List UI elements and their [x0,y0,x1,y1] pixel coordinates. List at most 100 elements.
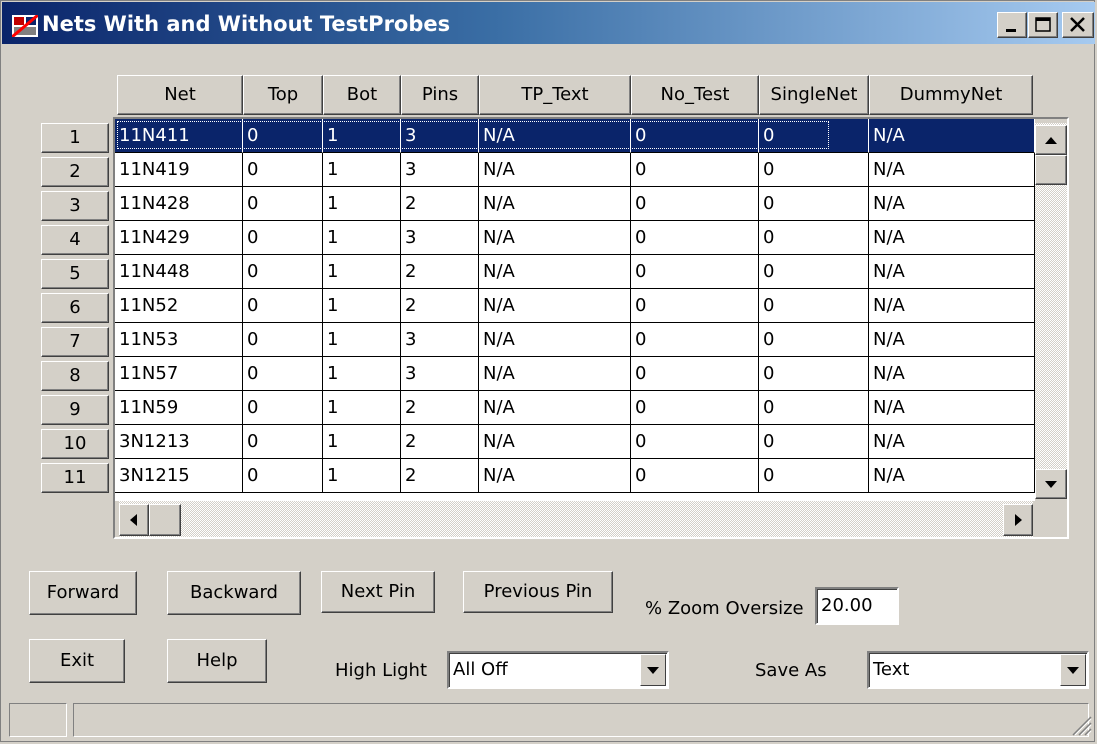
table-cell-singlenet[interactable]: 0 [759,425,869,459]
table-cell-top[interactable]: 0 [243,153,323,187]
table-cell-bot[interactable]: 1 [323,391,401,425]
vertical-scroll-thumb[interactable] [1035,155,1067,185]
row-header[interactable]: 9 [41,395,109,425]
column-header-top[interactable]: Top [243,75,323,115]
table-cell-bot[interactable]: 1 [323,289,401,323]
table-cell-pins[interactable]: 2 [401,459,479,493]
table-cell-top[interactable]: 0 [243,459,323,493]
table-cell-top[interactable]: 0 [243,391,323,425]
forward-button[interactable]: Forward [29,571,137,615]
table-cell-singlenet[interactable]: 0 [759,187,869,221]
table-cell-net[interactable]: 11N448 [115,255,243,289]
table-cell-dummynet[interactable]: N/A [869,119,1035,153]
table-cell-bot[interactable]: 1 [323,153,401,187]
table-cell-net[interactable]: 11N53 [115,323,243,357]
table-cell-singlenet[interactable]: 0 [759,153,869,187]
table-cell-net[interactable]: 11N429 [115,221,243,255]
table-cell-net[interactable]: 3N1213 [115,425,243,459]
table-cell-singlenet[interactable]: 0 [759,289,869,323]
help-button[interactable]: Help [167,639,267,683]
table-cell-dummynet[interactable]: N/A [869,153,1035,187]
column-header-no-test[interactable]: No_Test [631,75,759,115]
table-cell-pins[interactable]: 3 [401,153,479,187]
close-button[interactable] [1062,12,1094,38]
column-header-bot[interactable]: Bot [323,75,401,115]
table-cell-pins[interactable]: 2 [401,187,479,221]
table-cell-bot[interactable]: 1 [323,323,401,357]
table-cell-top[interactable]: 0 [243,255,323,289]
title-bar[interactable]: Nets With and Without TestProbes [2,2,1095,44]
table-cell-tp-text[interactable]: N/A [479,187,631,221]
table-cell-pins[interactable]: 2 [401,391,479,425]
save-as-select[interactable]: Text [867,651,1089,689]
scroll-up-button[interactable] [1035,125,1067,155]
table-row[interactable]: 11N428 0 1 2 N/A 0 0 N/A [115,187,1035,221]
horizontal-scroll-thumb[interactable] [149,504,181,536]
highlight-dropdown-button[interactable] [640,654,666,686]
previous-pin-button[interactable]: Previous Pin [463,571,613,613]
minimize-button[interactable] [997,12,1027,38]
table-row[interactable]: 11N419 0 1 3 N/A 0 0 N/A [115,153,1035,187]
row-header[interactable]: 4 [41,225,109,255]
table-cell-net[interactable]: 11N57 [115,357,243,391]
table-row[interactable]: 11N53 0 1 3 N/A 0 0 N/A [115,323,1035,357]
table-cell-tp-text[interactable]: N/A [479,119,631,153]
column-header-singlenet[interactable]: SingleNet [759,75,869,115]
table-cell-bot[interactable]: 1 [323,255,401,289]
resize-grip-icon[interactable] [1069,713,1093,737]
table-cell-no-test[interactable]: 0 [631,357,759,391]
row-header[interactable]: 5 [41,259,109,289]
table-cell-tp-text[interactable]: N/A [479,221,631,255]
table-cell-dummynet[interactable]: N/A [869,357,1035,391]
table-cell-singlenet[interactable]: 0 [759,459,869,493]
table-cell-dummynet[interactable]: N/A [869,323,1035,357]
table-cell-bot[interactable]: 1 [323,187,401,221]
table-cell-top[interactable]: 0 [243,425,323,459]
scroll-right-button[interactable] [1003,504,1033,536]
table-cell-top[interactable]: 0 [243,187,323,221]
table-cell-tp-text[interactable]: N/A [479,391,631,425]
row-header[interactable]: 3 [41,191,109,221]
table-cell-pins[interactable]: 2 [401,255,479,289]
table-cell-dummynet[interactable]: N/A [869,187,1035,221]
table-row[interactable]: 11N411 0 1 3 N/A 0 0 N/A [115,119,1035,153]
table-cell-top[interactable]: 0 [243,221,323,255]
table-cell-net[interactable]: 11N411 [115,119,243,153]
table-cell-bot[interactable]: 1 [323,425,401,459]
table-cell-tp-text[interactable]: N/A [479,425,631,459]
table-cell-bot[interactable]: 1 [323,221,401,255]
table-cell-net[interactable]: 11N419 [115,153,243,187]
table-cell-tp-text[interactable]: N/A [479,153,631,187]
table-cell-tp-text[interactable]: N/A [479,323,631,357]
table-row[interactable]: 11N429 0 1 3 N/A 0 0 N/A [115,221,1035,255]
table-cell-singlenet[interactable]: 0 [759,323,869,357]
table-cell-top[interactable]: 0 [243,323,323,357]
highlight-select[interactable]: All Off [447,651,669,689]
next-pin-button[interactable]: Next Pin [321,571,435,613]
table-cell-pins[interactable]: 3 [401,119,479,153]
table-cell-singlenet[interactable]: 0 [759,119,869,153]
table-cell-tp-text[interactable]: N/A [479,289,631,323]
table-cell-top[interactable]: 0 [243,357,323,391]
table-cell-tp-text[interactable]: N/A [479,459,631,493]
table-cell-bot[interactable]: 1 [323,459,401,493]
table-cell-pins[interactable]: 2 [401,425,479,459]
table-cell-dummynet[interactable]: N/A [869,221,1035,255]
zoom-oversize-input[interactable]: 20.00 [815,587,899,625]
table-row[interactable]: 11N52 0 1 2 N/A 0 0 N/A [115,289,1035,323]
column-header-tp-text[interactable]: TP_Text [479,75,631,115]
table-cell-tp-text[interactable]: N/A [479,357,631,391]
table-cell-no-test[interactable]: 0 [631,187,759,221]
row-header[interactable]: 11 [41,463,109,493]
table-row[interactable]: 3N1215 0 1 2 N/A 0 0 N/A [115,459,1035,493]
table-row[interactable]: 11N57 0 1 3 N/A 0 0 N/A [115,357,1035,391]
table-cell-net[interactable]: 11N52 [115,289,243,323]
row-header[interactable]: 2 [41,157,109,187]
table-row[interactable]: 3N1213 0 1 2 N/A 0 0 N/A [115,425,1035,459]
table-cell-singlenet[interactable]: 0 [759,391,869,425]
row-header[interactable]: 1 [41,123,109,153]
table-cell-pins[interactable]: 3 [401,323,479,357]
column-header-net[interactable]: Net [117,75,243,115]
table-cell-no-test[interactable]: 0 [631,425,759,459]
table-cell-no-test[interactable]: 0 [631,323,759,357]
